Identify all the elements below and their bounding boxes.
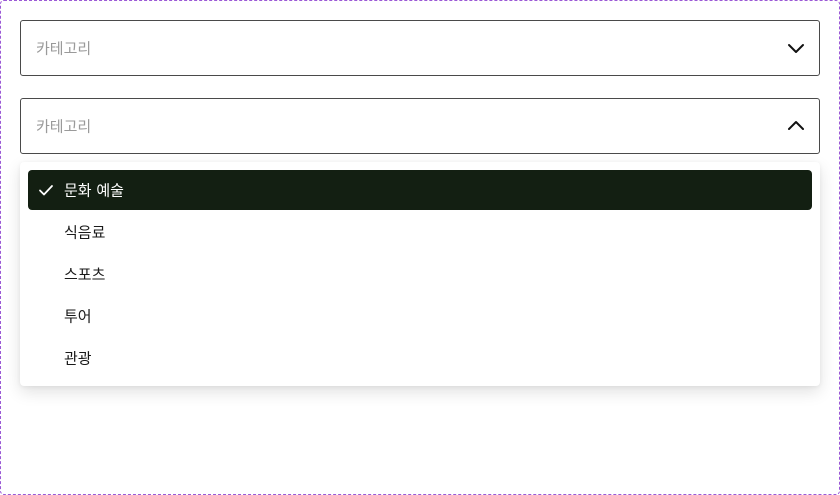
option-sports[interactable]: 스포츠 <box>28 254 812 294</box>
option-label: 투어 <box>64 307 92 326</box>
category-dropdown-menu: 문화 예술 식음료 스포츠 투어 관광 <box>20 162 820 386</box>
option-culture-art[interactable]: 문화 예술 <box>28 170 812 210</box>
category-select-placeholder: 카테고리 <box>36 117 92 136</box>
category-select-placeholder: 카테고리 <box>36 39 92 58</box>
check-icon <box>39 185 53 196</box>
category-select-closed[interactable]: 카테고리 <box>20 20 820 76</box>
option-label: 관광 <box>64 349 92 368</box>
option-food-beverage[interactable]: 식음료 <box>28 212 812 252</box>
chevron-down-icon <box>788 44 804 53</box>
category-select-open[interactable]: 카테고리 <box>20 98 820 154</box>
option-label: 식음료 <box>64 223 106 242</box>
option-label: 스포츠 <box>64 265 106 284</box>
option-tour[interactable]: 투어 <box>28 296 812 336</box>
option-sightseeing[interactable]: 관광 <box>28 338 812 378</box>
option-label: 문화 예술 <box>64 181 124 200</box>
chevron-up-icon <box>788 121 804 130</box>
